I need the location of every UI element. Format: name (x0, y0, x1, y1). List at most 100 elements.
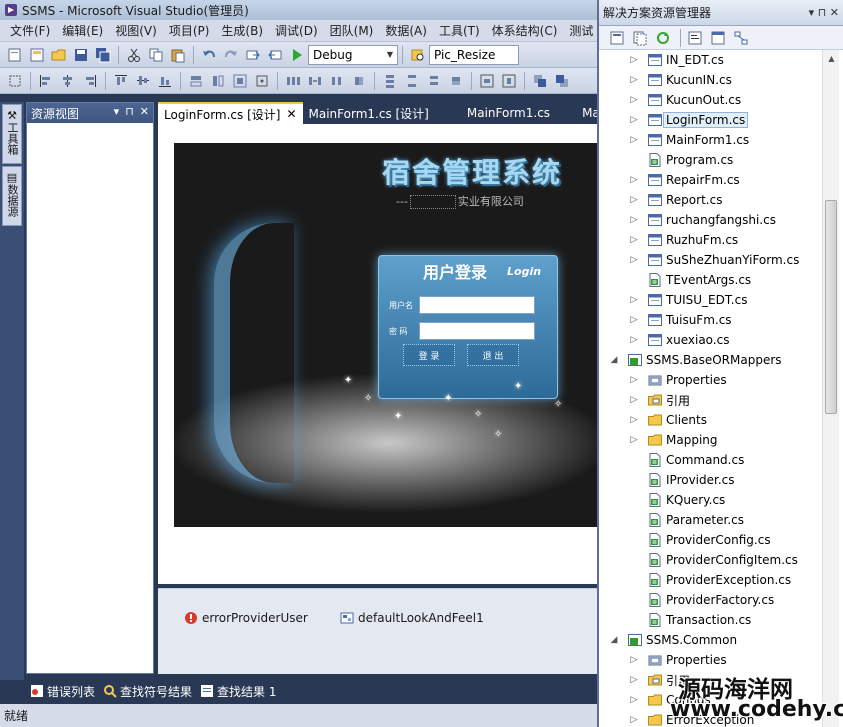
expand-icon[interactable]: ▷ (629, 235, 639, 245)
menu-tools[interactable]: 工具(T) (433, 22, 486, 39)
tree-item-tuisu-edt-cs[interactable]: ▷ TUISU_EDT.cs (599, 290, 821, 310)
align-rights-icon[interactable] (81, 72, 99, 90)
menu-test[interactable]: 测试 (563, 22, 599, 39)
save-all-icon[interactable] (94, 46, 112, 64)
tree-item-in-edt-cs[interactable]: ▷ IN_EDT.cs (599, 50, 821, 70)
start-debug-icon[interactable] (288, 46, 306, 64)
tree-item-command-cs[interactable]: Command.cs (599, 450, 821, 470)
tab-mainform1-code[interactable]: MainForm1.cs (461, 102, 576, 124)
v-spacing-decrease-icon[interactable] (425, 72, 443, 90)
align-middles-icon[interactable] (134, 72, 152, 90)
toolbox-tab[interactable]: ⚒ 工具箱 (2, 104, 22, 164)
menu-build[interactable]: 生成(B) (215, 22, 269, 39)
tree-item-providerconfig-cs[interactable]: ProviderConfig.cs (599, 530, 821, 550)
tree-item-引用[interactable]: ▷ 引用 (599, 390, 821, 410)
copy-icon[interactable] (147, 46, 165, 64)
menu-file[interactable]: 文件(F) (4, 22, 56, 39)
tree-item-repairfm-cs[interactable]: ▷ RepairFm.cs (599, 170, 821, 190)
tree-item-providerexception-cs[interactable]: ProviderException.cs (599, 570, 821, 590)
close-icon[interactable]: ✕ (140, 105, 149, 118)
tree-item-ssms-baseormappers[interactable]: ◢ SSMS.BaseORMappers (599, 350, 821, 370)
align-lefts-icon[interactable] (37, 72, 55, 90)
navigate-back-icon[interactable] (244, 46, 262, 64)
center-vertically-icon[interactable] (500, 72, 518, 90)
tab-find-results-1[interactable]: 查找结果 1 (196, 680, 280, 702)
username-input[interactable] (419, 296, 535, 314)
h-spacing-decrease-icon[interactable] (328, 72, 346, 90)
panel-menu-icon[interactable]: ▾ (114, 105, 120, 118)
collapse-icon[interactable]: ◢ (609, 355, 619, 365)
tree-item-properties[interactable]: ▷ Properties (599, 650, 821, 670)
password-input[interactable] (419, 322, 535, 340)
h-spacing-increase-icon[interactable] (306, 72, 324, 90)
expand-icon[interactable]: ▷ (629, 415, 639, 425)
tree-item-providerfactory-cs[interactable]: ProviderFactory.cs (599, 590, 821, 610)
tray-error-provider[interactable]: errorProviderUser (184, 611, 308, 625)
datasource-tab[interactable]: ▤ 数据源 (2, 166, 22, 226)
expand-icon[interactable]: ▷ (629, 115, 639, 125)
solution-config-combo[interactable]: Debug ▼ (308, 44, 398, 65)
tree-item-ssms-common[interactable]: ◢ SSMS.Common (599, 630, 821, 650)
expand-icon[interactable]: ▷ (629, 315, 639, 325)
tree-item-parameter-cs[interactable]: Parameter.cs (599, 510, 821, 530)
tab-error-list[interactable]: 错误列表 (26, 680, 99, 702)
tree-item-teventargs-cs[interactable]: TEventArgs.cs (599, 270, 821, 290)
show-all-files-icon[interactable] (632, 30, 648, 46)
tree-item-report-cs[interactable]: ▷ Report.cs (599, 190, 821, 210)
login-button[interactable]: 登 录 (403, 344, 455, 366)
new-project-icon[interactable] (6, 46, 24, 64)
expand-icon[interactable]: ▷ (629, 175, 639, 185)
menu-debug[interactable]: 调试(D) (269, 22, 324, 39)
menu-edit[interactable]: 编辑(E) (56, 22, 109, 39)
tree-item-program-cs[interactable]: Program.cs (599, 150, 821, 170)
expand-icon[interactable]: ▷ (629, 255, 639, 265)
tree-item-properties[interactable]: ▷ Properties (599, 370, 821, 390)
align-tops-icon[interactable] (112, 72, 130, 90)
refresh-icon[interactable] (655, 30, 671, 46)
exit-button[interactable]: 退 出 (467, 344, 519, 366)
tree-item-clients[interactable]: ▷ Clients (599, 410, 821, 430)
tree-item-sushezhuanyiform-cs[interactable]: ▷ SuSheZhuanYiForm.cs (599, 250, 821, 270)
tree-item-tuisufm-cs[interactable]: ▷ TuisuFm.cs (599, 310, 821, 330)
align-to-grid-icon[interactable] (6, 72, 24, 90)
find-target-combo[interactable]: Pic_Resize (429, 44, 519, 65)
tree-item-kucunin-cs[interactable]: ▷ KucunIN.cs (599, 70, 821, 90)
expand-icon[interactable]: ▷ (629, 75, 639, 85)
make-same-size-icon[interactable] (231, 72, 249, 90)
paste-icon[interactable] (169, 46, 187, 64)
make-same-width-icon[interactable] (187, 72, 205, 90)
expand-icon[interactable]: ▷ (629, 55, 639, 65)
tree-item-kucunout-cs[interactable]: ▷ KucunOut.cs (599, 90, 821, 110)
align-centers-icon[interactable] (59, 72, 77, 90)
bring-to-front-icon[interactable] (531, 72, 549, 90)
find-in-files-icon[interactable] (409, 46, 427, 64)
class-diagram-icon[interactable] (733, 30, 749, 46)
expand-icon[interactable]: ▷ (629, 675, 639, 685)
redo-icon[interactable] (222, 46, 240, 64)
close-tab-icon[interactable]: ✕ (286, 107, 296, 121)
menu-team[interactable]: 团队(M) (324, 22, 380, 39)
tree-item-transaction-cs[interactable]: Transaction.cs (599, 610, 821, 630)
tree-item-iprovider-cs[interactable]: IProvider.cs (599, 470, 821, 490)
scroll-up-icon[interactable]: ▲ (823, 50, 840, 66)
add-item-icon[interactable] (28, 46, 46, 64)
tree-item-ruzhufm-cs[interactable]: ▷ RuzhuFm.cs (599, 230, 821, 250)
tree-item-providerconfigitem-cs[interactable]: ProviderConfigItem.cs (599, 550, 821, 570)
tree-item-xuexiao-cs[interactable]: ▷ xuexiao.cs (599, 330, 821, 350)
expand-icon[interactable]: ▷ (629, 715, 639, 725)
scrollbar-thumb[interactable] (825, 200, 837, 414)
undo-icon[interactable] (200, 46, 218, 64)
expand-icon[interactable]: ▷ (629, 655, 639, 665)
tab-mainform1-design[interactable]: MainForm1.cs [设计] (303, 102, 461, 124)
expand-icon[interactable]: ▷ (629, 135, 639, 145)
solution-tree-scrollbar[interactable]: ▲ (822, 50, 839, 727)
send-to-back-icon[interactable] (553, 72, 571, 90)
view-code-icon[interactable] (687, 30, 703, 46)
v-spacing-equal-icon[interactable] (381, 72, 399, 90)
navigate-forward-icon[interactable] (266, 46, 284, 64)
make-same-height-icon[interactable] (209, 72, 227, 90)
center-horizontally-icon[interactable] (478, 72, 496, 90)
menu-architecture[interactable]: 体系结构(C) (486, 22, 564, 39)
align-bottoms-icon[interactable] (156, 72, 174, 90)
tree-item-mainform1-cs[interactable]: ▷ MainForm1.cs (599, 130, 821, 150)
